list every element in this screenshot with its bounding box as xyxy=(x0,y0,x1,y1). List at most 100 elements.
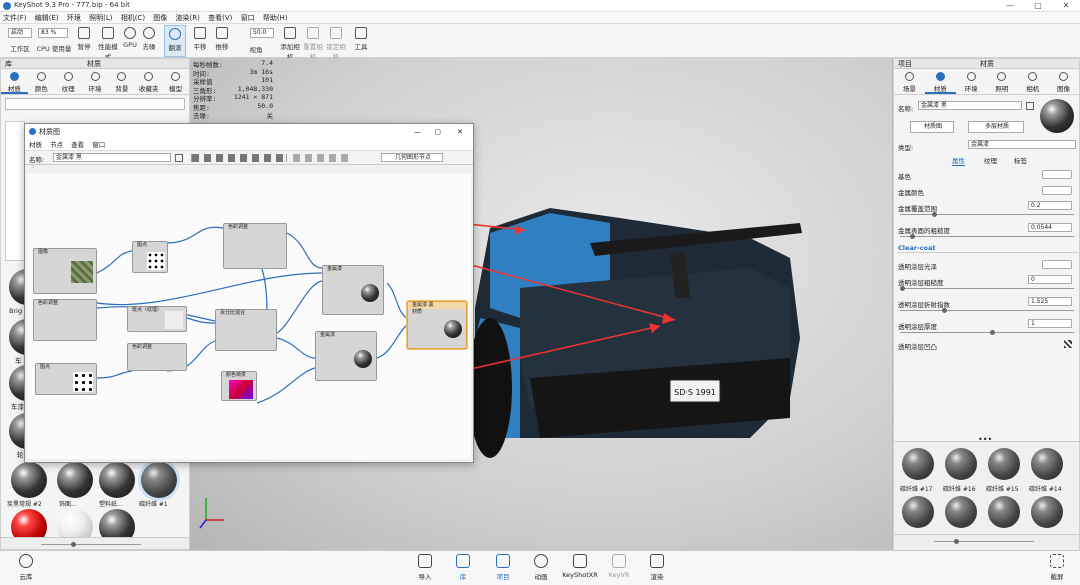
cpu-select[interactable]: 83 % xyxy=(38,28,68,38)
screenshot-button[interactable]: 截屏 xyxy=(1044,554,1070,581)
tab-environments[interactable]: 环境 xyxy=(82,69,109,94)
denoise-button[interactable]: 去噪 xyxy=(140,27,158,51)
minimize-button[interactable]: — xyxy=(996,0,1024,12)
tab-scene[interactable]: 场景 xyxy=(894,69,925,94)
material-thumb-selected[interactable] xyxy=(141,462,177,498)
material-thumb[interactable] xyxy=(988,496,1020,528)
mg-menu-material[interactable]: 材质 xyxy=(29,141,42,149)
node-dots[interactable]: 图点 xyxy=(132,241,168,273)
library-button[interactable]: 库 xyxy=(450,554,476,581)
texture-slot-icon[interactable] xyxy=(1064,340,1072,348)
maximize-button[interactable]: ▢ xyxy=(1024,0,1052,12)
tab-materials[interactable]: 材质 xyxy=(1,69,28,94)
material-thumb[interactable] xyxy=(1031,496,1063,528)
geometry-node-button[interactable]: 几何图形节点 xyxy=(381,153,443,162)
workspace-select[interactable]: 启动 xyxy=(8,28,32,38)
zoom-field[interactable]: 50.0 xyxy=(250,28,274,38)
tab-image[interactable]: 图像 xyxy=(1048,69,1079,94)
save-icon[interactable] xyxy=(175,154,183,162)
keyshotxr-button[interactable]: KeyShotXR xyxy=(562,554,598,579)
mg-menu-node[interactable]: 节点 xyxy=(50,141,63,149)
tumble-button[interactable]: 翻滚 xyxy=(164,25,186,57)
tools-button[interactable]: 工具 xyxy=(352,27,370,51)
thumb-size-slider[interactable] xyxy=(41,542,141,547)
metal-roughness-slider[interactable] xyxy=(900,234,1074,239)
reset-camera-button[interactable]: 重置相机 xyxy=(303,27,323,61)
material-thumb[interactable] xyxy=(902,448,934,480)
animation-button[interactable]: 动画 xyxy=(528,554,554,581)
keyvr-button[interactable]: KeyVR xyxy=(606,554,632,579)
node-graph-canvas[interactable]: 图像 色彩调整 图点 色彩调整 斑点（纹理） 图点 色彩调整 百分比混合 颜色渐… xyxy=(27,173,471,459)
subtab-properties[interactable]: 属性 xyxy=(952,155,965,166)
tab-models[interactable]: 模型 xyxy=(162,69,189,94)
thumb-size-slider[interactable] xyxy=(934,539,1034,544)
tab-lighting[interactable]: 照明 xyxy=(986,69,1017,94)
menu-lighting[interactable]: 照明(L) xyxy=(86,12,115,24)
material-thumb[interactable] xyxy=(902,496,934,528)
add-camera-button[interactable]: 添加相机 xyxy=(280,27,300,61)
tab-material[interactable]: 材质 xyxy=(924,69,956,94)
node-color-adjust[interactable]: 色彩调整 xyxy=(33,299,97,341)
mg-minimize-button[interactable]: — xyxy=(414,124,421,140)
tab-colors[interactable]: 颜色 xyxy=(28,69,55,94)
multilayer-material-button[interactable]: 多层材质 xyxy=(968,121,1024,133)
render-button[interactable]: 渲染 xyxy=(644,554,670,581)
material-graph-button[interactable]: 材质图 xyxy=(910,121,954,133)
material-thumb[interactable] xyxy=(99,462,135,498)
metal-coverage-input[interactable]: 0.2 xyxy=(1028,201,1072,210)
cloud-library-button[interactable]: 云库 xyxy=(14,554,38,581)
node-color-adjust-3[interactable]: 色彩调整 xyxy=(127,343,187,371)
mg-close-button[interactable]: ✕ xyxy=(457,124,463,140)
material-type-select[interactable]: 金属漆 xyxy=(968,140,1076,149)
clearcoat-ior-slider[interactable] xyxy=(900,308,1074,313)
metal-color-swatch[interactable] xyxy=(1042,186,1072,195)
tab-favorites[interactable]: 收藏夹 xyxy=(135,69,162,94)
pan-button[interactable]: 平移 xyxy=(190,27,210,51)
close-button[interactable]: ✕ xyxy=(1052,0,1080,12)
menu-render[interactable]: 渲染(R) xyxy=(173,12,203,24)
node-material-output[interactable]: 金属漆 黑材质 xyxy=(407,301,467,349)
menu-edit[interactable]: 编辑(E) xyxy=(32,12,62,24)
material-thumb[interactable] xyxy=(945,448,977,480)
clearcoat-roughness-input[interactable]: 0 xyxy=(1028,275,1072,284)
node-metallic-paint[interactable]: 金属漆 xyxy=(322,265,384,315)
mg-menu-view[interactable]: 查看 xyxy=(71,141,84,149)
metal-roughness-input[interactable]: 0.0544 xyxy=(1028,223,1072,232)
material-name-input[interactable]: 金属漆 黑 xyxy=(918,101,1022,110)
material-thumb[interactable] xyxy=(1031,448,1063,480)
clearcoat-thickness-input[interactable]: 1 xyxy=(1028,319,1072,328)
node-color-adjust-2[interactable]: 色彩调整 xyxy=(223,223,287,269)
menu-camera[interactable]: 相机(C) xyxy=(118,12,148,24)
clearcoat-ior-input[interactable]: 1.525 xyxy=(1028,297,1072,306)
menu-environment[interactable]: 环境 xyxy=(64,12,84,24)
section-clearcoat[interactable]: Clear-coat xyxy=(898,244,1078,253)
menu-image[interactable]: 图像 xyxy=(150,12,170,24)
pause-button[interactable]: 暂停 xyxy=(74,27,94,51)
tab-backgrounds[interactable]: 背景 xyxy=(108,69,135,94)
graph-tool-icons[interactable] xyxy=(191,154,287,162)
material-thumb[interactable] xyxy=(988,448,1020,480)
menu-window[interactable]: 窗口 xyxy=(238,12,258,24)
node-dots-2[interactable]: 图点 xyxy=(35,363,97,395)
metal-coverage-slider[interactable] xyxy=(900,212,1074,217)
node-speckle[interactable]: 斑点（纹理） xyxy=(127,306,187,332)
library-search-input[interactable] xyxy=(5,98,185,110)
tab-camera[interactable]: 相机 xyxy=(1017,69,1048,94)
node-color-gradient[interactable]: 颜色渐变 xyxy=(221,371,257,401)
clearcoat-gloss-swatch[interactable] xyxy=(1042,260,1072,269)
node-percent-mix[interactable]: 百分比混合 xyxy=(215,309,277,351)
material-thumb[interactable] xyxy=(57,462,93,498)
dolly-button[interactable]: 推移 xyxy=(212,27,232,51)
menu-view[interactable]: 查看(V) xyxy=(205,12,235,24)
mg-menu-window[interactable]: 窗口 xyxy=(92,141,105,149)
mg-name-input[interactable]: 金属漆 黑 xyxy=(53,153,171,162)
import-button[interactable]: 导入 xyxy=(412,554,438,581)
project-button[interactable]: 项目 xyxy=(490,554,516,581)
layout-tool-icons[interactable] xyxy=(293,154,353,162)
subtab-textures[interactable]: 纹理 xyxy=(984,155,997,165)
tab-environment[interactable]: 环境 xyxy=(956,69,987,94)
subtab-labels[interactable]: 标签 xyxy=(1014,155,1027,165)
material-thumb[interactable] xyxy=(945,496,977,528)
node-image[interactable]: 图像 xyxy=(33,248,97,294)
save-icon[interactable] xyxy=(1026,102,1034,110)
